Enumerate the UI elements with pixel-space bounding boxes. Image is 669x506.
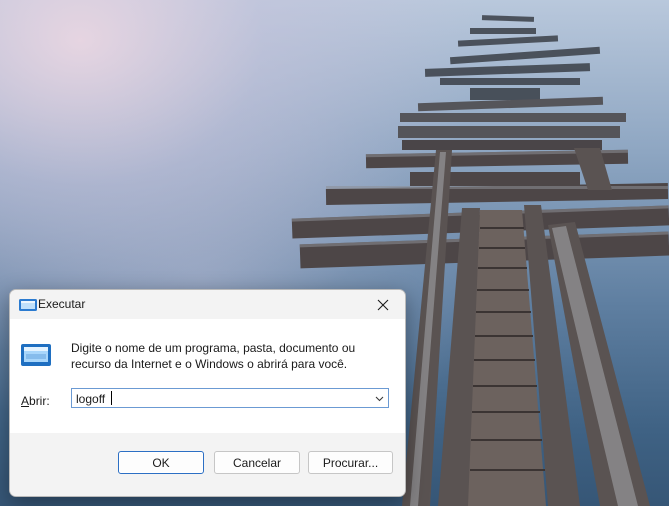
- close-icon: [377, 299, 389, 310]
- run-dialog: Executar Digite o nome de um programa, p…: [9, 289, 406, 497]
- dialog-description: Digite o nome de um programa, pasta, doc…: [71, 341, 356, 371]
- open-label: Abrir:: [21, 394, 50, 408]
- ok-button[interactable]: OK: [118, 451, 204, 474]
- desktop: Executar Digite o nome de um programa, p…: [0, 0, 669, 506]
- title-bar[interactable]: Executar: [10, 290, 405, 319]
- dialog-title: Executar: [38, 297, 86, 311]
- open-combobox[interactable]: [71, 388, 389, 408]
- command-input[interactable]: [76, 391, 356, 406]
- open-label-accelerator: A: [21, 394, 30, 408]
- close-button[interactable]: [361, 290, 405, 319]
- browse-button[interactable]: Procurar...: [308, 451, 393, 474]
- text-caret: [111, 391, 112, 405]
- cancel-button[interactable]: Cancelar: [214, 451, 300, 474]
- open-label-text: brir:: [29, 394, 50, 408]
- dialog-content: Digite o nome de um programa, pasta, doc…: [10, 319, 405, 433]
- dialog-footer: OK Cancelar Procurar...: [10, 433, 405, 496]
- chevron-down-icon[interactable]: [374, 393, 385, 404]
- run-program-icon: [21, 344, 51, 366]
- run-icon: [19, 299, 37, 311]
